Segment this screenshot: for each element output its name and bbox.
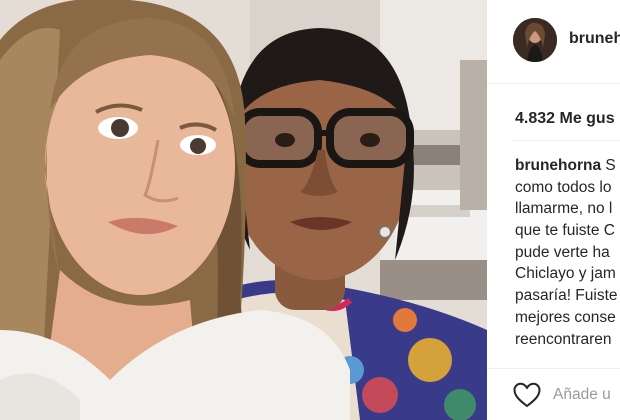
post-side-panel: brunehorna 4.832 Me gus brunehorna S com… — [487, 0, 620, 420]
post-footer — [487, 368, 620, 420]
avatar-image — [513, 18, 557, 62]
selfie-photo — [0, 0, 487, 420]
caption-line: reencontraren — [515, 330, 612, 348]
comment-input[interactable] — [553, 383, 620, 407]
post-caption: brunehorna S como todos lo llamarme, no … — [515, 155, 620, 350]
like-count[interactable]: 4.832 Me gus — [515, 110, 615, 128]
caption-line: pude verte ha — [515, 243, 610, 261]
profile-avatar[interactable] — [513, 18, 557, 62]
caption-line: pasaría! Fuiste — [515, 287, 618, 305]
caption-line: mejores conse — [515, 308, 616, 326]
post-username[interactable]: brunehorna — [569, 30, 620, 48]
caption-text-start: S — [601, 157, 616, 174]
post-header: brunehorna — [487, 0, 620, 84]
caption-line: Chiclayo y jam — [515, 265, 616, 283]
caption-line: brunehorna S — [515, 155, 620, 177]
caption-line: llamarme, no l — [515, 200, 613, 218]
caption-line: que te fuiste C — [515, 222, 615, 240]
caption-username[interactable]: brunehorna — [515, 157, 601, 174]
caption-line: como todos lo — [515, 178, 612, 196]
divider — [513, 140, 620, 141]
heart-outline-icon[interactable] — [513, 382, 541, 408]
post-photo[interactable] — [0, 0, 487, 420]
